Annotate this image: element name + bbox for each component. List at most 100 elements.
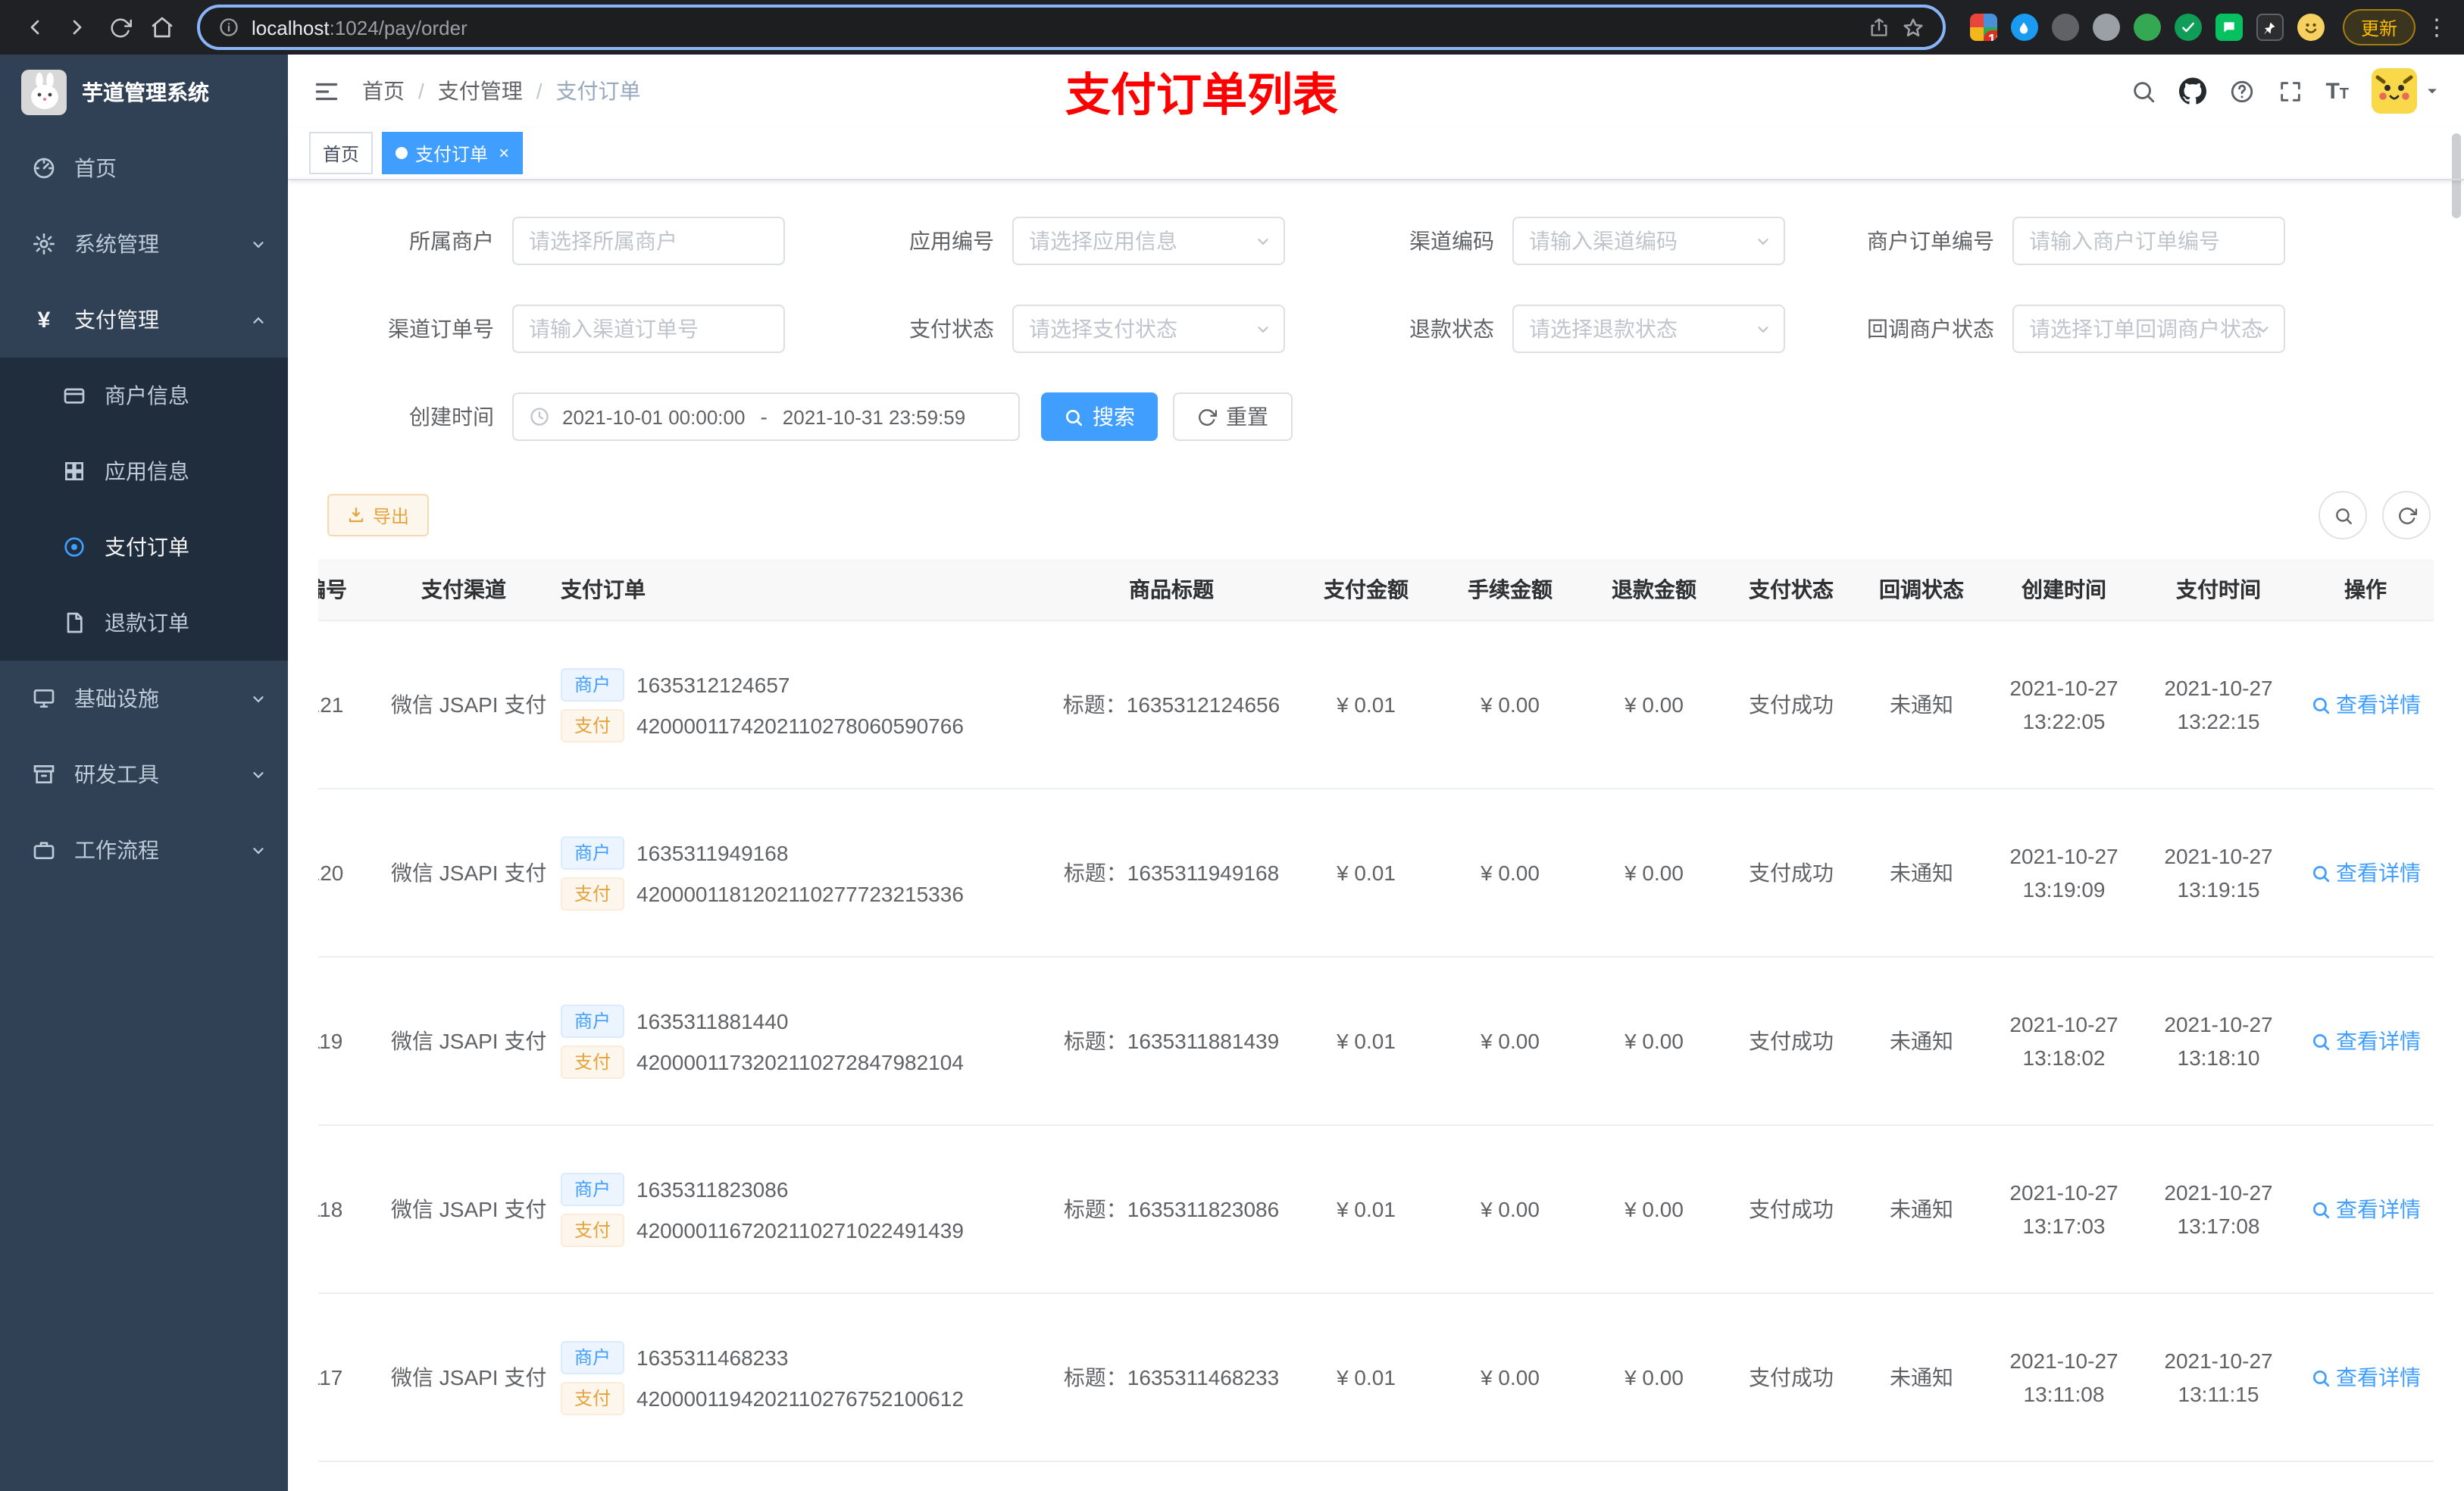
share-icon[interactable] (1868, 17, 1890, 38)
font-size-icon[interactable]: TT (2325, 80, 2349, 102)
channel-order-no-field[interactable] (512, 305, 785, 353)
export-button[interactable]: 导出 (327, 494, 430, 536)
cell-order: 商户1635311457126 (549, 1461, 1049, 1491)
bookmark-star-icon[interactable] (1902, 16, 1925, 39)
pay-order-no: 4200001174202110278060590766 (636, 713, 964, 737)
github-icon[interactable] (2178, 77, 2206, 105)
sidebar-item-devtools[interactable]: 研发工具 (0, 736, 288, 812)
merchant-order-no-field[interactable] (2012, 217, 2285, 265)
extension-icon[interactable]: 10 (1969, 14, 1997, 41)
field-label: 商户订单编号 (1867, 229, 1994, 253)
refund-status-select[interactable]: 请选择退款状态 (1512, 305, 1785, 353)
cell-refund-amount: ¥ 0.00 (1582, 1293, 1726, 1462)
extension-icon[interactable] (2256, 14, 2284, 41)
table-row: 119微信 JSAPI 支付商户 1635311881440 支付 420000117… (318, 957, 2434, 1126)
cell-pay-status: 支付成功 (1726, 789, 1856, 958)
breadcrumb-home[interactable]: 首页 (362, 76, 405, 106)
refresh-button[interactable] (2382, 491, 2431, 539)
app-select[interactable]: 请选择应用信息 (1012, 217, 1285, 265)
view-detail-link[interactable]: 查看详情 (2310, 1194, 2421, 1224)
sidebar-item-merchant-info[interactable]: 商户信息 (0, 358, 288, 433)
cell-pay-time: 2021-10-27 13:18:10 (2141, 957, 2296, 1126)
column-header: 编号 (318, 559, 379, 621)
cell-pay-status: 支付成功 (1726, 1293, 1856, 1462)
merchant-input[interactable] (529, 229, 768, 253)
sidebar-item-home[interactable]: 首页 (0, 130, 288, 206)
cell-pay-time (2141, 1461, 2296, 1491)
sidebar-item-system[interactable]: 系统管理 (0, 206, 288, 282)
help-icon[interactable] (2228, 78, 2254, 104)
field-label: 所属商户 (409, 229, 494, 253)
hamburger-icon[interactable] (312, 77, 341, 105)
cell-pay-amount: ¥ 0.01 (1294, 1125, 1438, 1294)
sidebar-item-infra[interactable]: 基础设施 (0, 661, 288, 736)
cell-title: 标题：1635311468233 (1049, 1293, 1294, 1462)
pay-order-no: 4200001181202110277723215336 (636, 881, 964, 905)
merchant-select[interactable] (512, 217, 785, 265)
tab-pay-order[interactable]: 支付订单 × (382, 132, 524, 174)
extension-icon[interactable] (2215, 14, 2243, 41)
create-time-range-picker[interactable]: 2021-10-01 00:00:00 - 2021-10-31 23:59:5… (512, 392, 1020, 441)
pay-status-select[interactable]: 请选择支付状态 (1012, 305, 1285, 353)
merchant-order-no: 1635311468233 (636, 1345, 789, 1369)
channel-code-select[interactable]: 请输入渠道编码 (1512, 217, 1785, 265)
cell-notify-status: 未通知 (1856, 1293, 1987, 1462)
forward-icon[interactable] (58, 8, 97, 47)
reset-button[interactable]: 重置 (1173, 392, 1293, 441)
credit-card-icon (61, 383, 88, 408)
cell-title: 标题：1635311881439 (1049, 957, 1294, 1126)
site-info-icon[interactable] (218, 17, 239, 38)
cell-order: 商户 1635312124657 支付 42000011742021102780605… (549, 620, 1049, 789)
header-search-icon[interactable] (2130, 78, 2156, 104)
tab-close-icon[interactable]: × (499, 142, 509, 164)
search-button[interactable]: 搜索 (1041, 392, 1158, 441)
browser-menu-icon[interactable]: ⋮ (2425, 14, 2449, 41)
chevron-down-icon (1755, 233, 1771, 249)
extension-icon[interactable] (2010, 14, 2038, 41)
user-avatar[interactable] (2372, 68, 2440, 114)
breadcrumb-payment[interactable]: 支付管理 (438, 76, 523, 106)
merchant-order-no: 1635311823086 (636, 1177, 789, 1201)
sidebar-item-refund-order[interactable]: 退款订单 (0, 585, 288, 661)
view-detail-link[interactable]: 查看详情 (2310, 1026, 2421, 1056)
sidebar-item-payment[interactable]: ¥ 支付管理 (0, 282, 288, 358)
date-start: 2021-10-01 00:00:00 (562, 405, 746, 428)
sidebar-item-workflow[interactable]: 工作流程 (0, 812, 288, 888)
profile-avatar-icon[interactable] (2297, 14, 2325, 41)
notify-status-select[interactable]: 请选择订单回调商户状态 (2012, 305, 2285, 353)
chevron-down-icon (1255, 320, 1271, 337)
view-detail-link[interactable]: 查看详情 (2310, 689, 2421, 720)
cell-channel: 微信 JSAPI 支付 (379, 1293, 549, 1462)
column-header: 退款金额 (1582, 559, 1726, 621)
sidebar-item-app-info[interactable]: 应用信息 (0, 433, 288, 509)
reload-icon[interactable] (100, 8, 139, 47)
url-bar[interactable]: localhost:1024/pay/order (197, 5, 1946, 50)
cell-pay-status: 支付成功 (1726, 957, 1856, 1126)
extension-icon[interactable] (2133, 14, 2161, 41)
extension-icon[interactable] (2092, 14, 2120, 41)
channel-order-no-input[interactable] (529, 317, 768, 341)
pay-tag: 支付 (561, 1045, 625, 1078)
fullscreen-icon[interactable] (2277, 78, 2303, 104)
cell-refund-amount: ¥ 0.00 (1582, 620, 1726, 789)
cell-channel: 微信 JSAPI 支付 (379, 957, 549, 1126)
extension-icon[interactable] (2174, 14, 2202, 41)
cell-id: 120 (318, 789, 379, 958)
view-detail-link[interactable]: 查看详情 (2310, 858, 2421, 888)
toggle-search-button[interactable] (2319, 491, 2367, 539)
tab-home[interactable]: 首页 (309, 132, 374, 174)
view-detail-link[interactable]: 查看详情 (2310, 1362, 2421, 1393)
chevron-down-icon (250, 842, 267, 858)
back-icon[interactable] (15, 8, 55, 47)
avatar-image-icon (2372, 68, 2417, 114)
cell-pay-amount: ¥ 0.01 (1294, 620, 1438, 789)
cell-id: 118 (318, 1125, 379, 1294)
merchant-order-no-input[interactable] (2029, 229, 2269, 253)
field-label: 应用编号 (909, 229, 994, 253)
sidebar-item-pay-order[interactable]: 支付订单 (0, 509, 288, 585)
home-icon[interactable] (142, 8, 182, 47)
orders-table: 编号支付渠道支付订单商品标题支付金额手续金额退款金额支付状态回调状态创建时间支付… (318, 559, 2434, 1491)
extension-icon[interactable] (2051, 14, 2079, 41)
pay-tag: 支付 (561, 1213, 625, 1246)
browser-update-button[interactable]: 更新 (2342, 9, 2416, 45)
